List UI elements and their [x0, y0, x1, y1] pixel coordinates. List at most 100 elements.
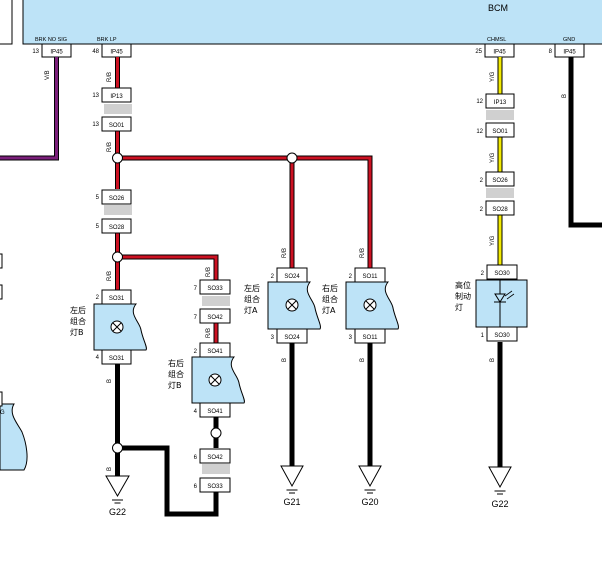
svg-text:2: 2 — [480, 207, 484, 213]
svg-text:4: 4 — [96, 355, 100, 361]
connector-ip13-12[interactable]: 12 IP13 — [476, 93, 515, 109]
lamp-high-mount-stop[interactable] — [475, 279, 528, 328]
connector-so30-2[interactable]: 2 SO30 — [481, 264, 518, 280]
svg-text:灯A: 灯A — [244, 305, 258, 315]
bcm-pin-48[interactable]: 48 IP45 — [92, 43, 132, 58]
svg-text:2: 2 — [480, 178, 484, 184]
svg-text:灯A: 灯A — [322, 305, 336, 315]
svg-text:灯: 灯 — [455, 302, 463, 312]
svg-text:12: 12 — [476, 99, 483, 105]
lamp-label-l1: 左后 组合 灯B — [70, 305, 86, 337]
svg-text:IP45: IP45 — [110, 50, 123, 56]
svg-text:R/B: R/B — [107, 142, 113, 152]
svg-text:左后: 左后 — [244, 283, 260, 293]
svg-text:2: 2 — [194, 349, 198, 355]
connector-so41-4[interactable]: 4 SO41 — [194, 402, 231, 418]
connector-so28-2[interactable]: 2 SO28 — [480, 200, 515, 216]
svg-text:高位: 高位 — [455, 280, 471, 290]
svg-text:G22: G22 — [491, 499, 508, 509]
svg-text:SO28: SO28 — [492, 207, 508, 213]
lamp-left-rear-b[interactable] — [93, 303, 147, 351]
svg-text:5: 5 — [96, 224, 100, 230]
svg-text:IP13: IP13 — [110, 94, 123, 100]
svg-text:4: 4 — [194, 409, 198, 415]
svg-text:Y/G: Y/G — [490, 235, 496, 246]
svg-text:13: 13 — [32, 49, 39, 55]
connector-so24-2[interactable]: 2 SO24 — [271, 267, 308, 283]
svg-text:7: 7 — [194, 315, 198, 321]
svg-text:SO24: SO24 — [284, 274, 300, 280]
svg-text:B: B — [107, 379, 113, 383]
svg-text:13: 13 — [92, 93, 99, 99]
svg-text:3: 3 — [271, 335, 275, 341]
svg-text:G22: G22 — [109, 507, 126, 517]
connector-so01-13[interactable]: 13 SO01 — [92, 116, 132, 132]
svg-text:R/B: R/B — [206, 267, 212, 277]
svg-text:IP45: IP45 — [563, 50, 576, 56]
bcm-pin-13[interactable]: 13 IP45 — [32, 43, 72, 58]
connector-so33-6[interactable]: 6 SO33 — [194, 477, 231, 493]
svg-text:G20: G20 — [361, 497, 378, 507]
ground-g21[interactable]: G21 — [280, 465, 304, 507]
bcm-pin-name-chmsl: CHMSL — [487, 37, 506, 43]
svg-text:组合: 组合 — [70, 316, 86, 326]
connector-so11-3[interactable]: 3 SO11 — [349, 328, 386, 344]
bcm-pin-8[interactable]: 8 IP45 — [549, 43, 585, 58]
svg-text:7: 7 — [194, 286, 198, 292]
lamp-right-rear-a[interactable] — [345, 281, 399, 330]
connector-so33-7[interactable]: 7 SO33 — [194, 279, 231, 295]
connector-ip13-13[interactable]: 13 IP13 — [92, 87, 132, 103]
lamp-label-l2: 右后 组合 灯B — [168, 358, 184, 390]
connector-so11-2[interactable]: 2 SO11 — [349, 267, 386, 283]
wiring-diagram: BCM BRK NO SIG BRK LP CHMSL GND 13 IP45 … — [0, 0, 602, 517]
partial-connector-3 — [0, 391, 3, 407]
svg-text:SO33: SO33 — [207, 484, 223, 490]
svg-text:6: 6 — [194, 455, 198, 461]
svg-text:3: 3 — [349, 335, 353, 341]
svg-text:1: 1 — [481, 333, 485, 339]
svg-text:B: B — [107, 467, 113, 471]
connector-so30-1[interactable]: 1 SO30 — [481, 326, 518, 342]
svg-text:5: 5 — [96, 195, 100, 201]
svg-text:SO30: SO30 — [494, 271, 510, 277]
connector-so31-2[interactable]: 2 SO31 — [96, 289, 132, 305]
connector-so41-2[interactable]: 2 SO41 — [194, 342, 231, 358]
bcm-title: BCM — [488, 3, 508, 13]
svg-text:灯B: 灯B — [168, 380, 182, 390]
ground-g20[interactable]: G20 — [358, 465, 382, 507]
svg-text:48: 48 — [92, 49, 99, 55]
svg-text:IP45: IP45 — [493, 50, 506, 56]
lamp-left-rear-a[interactable] — [267, 281, 321, 330]
connector-so26-2[interactable]: 2 SO26 — [480, 171, 515, 187]
svg-text:2: 2 — [349, 274, 353, 280]
svg-text:灯B: 灯B — [70, 327, 84, 337]
svg-text:IP13: IP13 — [494, 100, 507, 106]
svg-text:SO41: SO41 — [207, 409, 223, 415]
connector-so28-5[interactable]: 5 SO28 — [96, 218, 132, 234]
connector-so24-3[interactable]: 3 SO24 — [271, 328, 308, 344]
partial-connector-2 — [0, 284, 3, 300]
svg-text:SO31: SO31 — [109, 296, 125, 302]
svg-text:SO11: SO11 — [363, 274, 379, 280]
svg-text:组合: 组合 — [322, 294, 338, 304]
svg-text:SO24: SO24 — [284, 335, 300, 341]
svg-text:制动: 制动 — [455, 291, 471, 301]
left-module-edge — [0, 0, 13, 45]
svg-text:R/B: R/B — [360, 248, 366, 258]
svg-text:B: B — [282, 358, 288, 362]
svg-text:左后: 左后 — [70, 305, 86, 315]
ground-g22-right[interactable]: G22 — [488, 466, 512, 509]
svg-text:SO28: SO28 — [109, 225, 125, 231]
partial-connector-1 — [0, 253, 3, 269]
bcm-pin-25[interactable]: 25 IP45 — [475, 43, 515, 58]
connector-so26-5[interactable]: 5 SO26 — [96, 189, 132, 205]
svg-text:B: B — [562, 94, 568, 98]
svg-text:SO41: SO41 — [207, 349, 223, 355]
connector-so01-12[interactable]: 12 SO01 — [476, 122, 515, 138]
connector-so42-6[interactable]: 6 SO42 — [194, 448, 231, 464]
lamp-label-l3: 左后 组合 灯A — [244, 283, 260, 315]
connector-so31-4[interactable]: 4 SO31 — [96, 349, 132, 365]
connector-so42-7[interactable]: 7 SO42 — [194, 308, 231, 324]
lamp-right-rear-b[interactable] — [191, 356, 245, 404]
ground-g22-left[interactable]: G22 — [105, 475, 130, 517]
